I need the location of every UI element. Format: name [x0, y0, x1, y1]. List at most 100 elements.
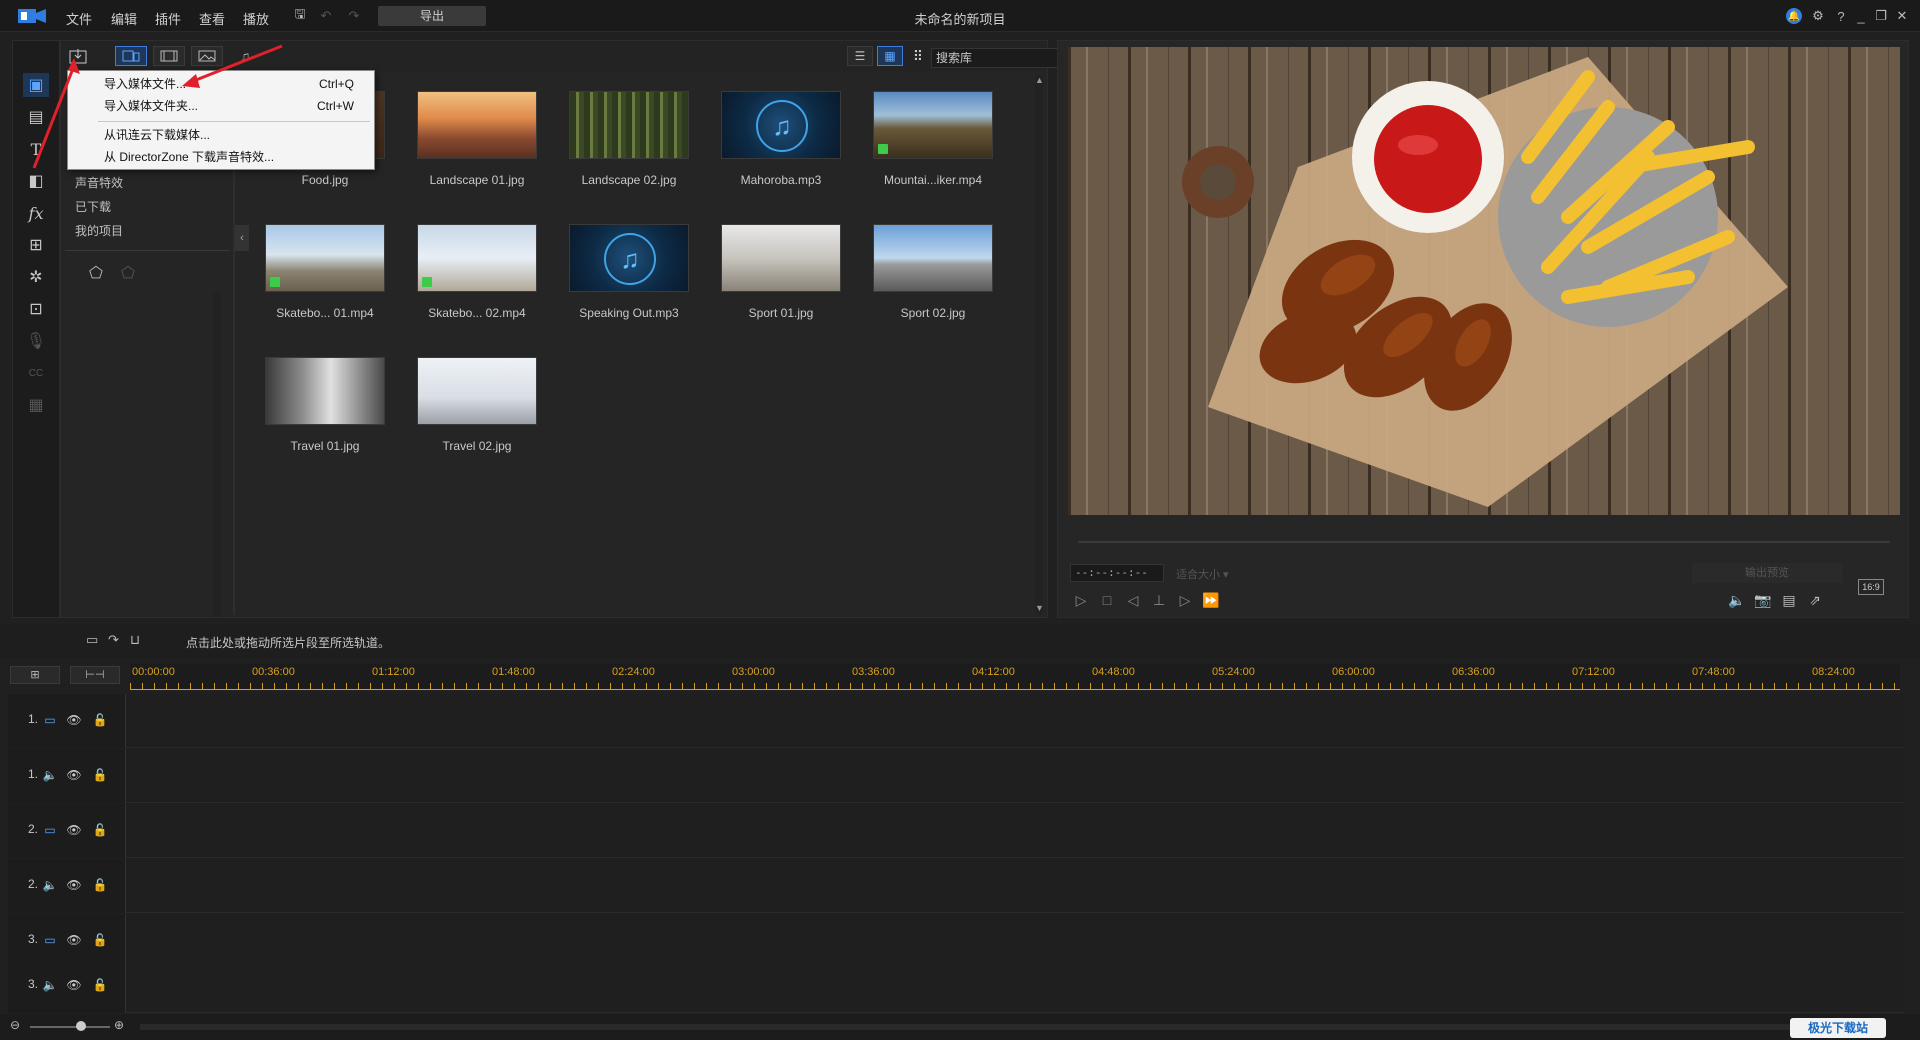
eye-icon[interactable]: 👁: [66, 932, 82, 948]
filter-audio-button[interactable]: ♫: [229, 46, 261, 66]
undock-icon[interactable]: ⇗: [1806, 591, 1824, 609]
transition-room-icon[interactable]: ◧: [23, 169, 49, 193]
undo-icon[interactable]: ↶: [318, 8, 334, 24]
insert-icon[interactable]: ↷: [108, 632, 119, 648]
media-item[interactable]: Skatebo... 01.mp4: [265, 224, 385, 320]
gear-icon[interactable]: ⚙: [1810, 8, 1826, 24]
eye-icon[interactable]: 👁: [66, 767, 82, 783]
list-view-button[interactable]: ☰: [847, 46, 873, 66]
extra-grid-button[interactable]: ⠿: [907, 46, 929, 66]
video-track-2[interactable]: 2. ▭ 👁 🔓: [8, 804, 1904, 858]
media-item[interactable]: Skatebo... 02.mp4: [417, 224, 537, 320]
video-track-1[interactable]: 1. ▭ 👁 🔓: [8, 694, 1904, 748]
title-room-icon[interactable]: T: [23, 137, 49, 161]
lock-icon[interactable]: 🔓: [92, 712, 108, 728]
display-settings-icon[interactable]: ▤: [1780, 591, 1798, 609]
category-sound-effects[interactable]: 声音特效: [69, 171, 229, 195]
menu-view[interactable]: 查看: [199, 9, 225, 28]
collapse-categories-button[interactable]: ‹: [235, 225, 249, 251]
remove-tag-icon[interactable]: ⬠: [121, 263, 135, 283]
media-item[interactable]: Sport 02.jpg: [873, 224, 993, 320]
lock-icon[interactable]: 🔓: [92, 977, 108, 993]
timeline-scrollbar[interactable]: [140, 1024, 1880, 1030]
media-item[interactable]: Mountai...iker.mp4: [873, 91, 993, 187]
particle-room-icon[interactable]: ✲: [23, 265, 49, 289]
timecode-display[interactable]: --:--:--:--: [1070, 564, 1164, 582]
next-frame-icon[interactable]: ▷: [1176, 591, 1194, 609]
media-item[interactable]: Travel 01.jpg: [265, 357, 385, 453]
add-tag-icon[interactable]: ⬠: [89, 263, 103, 283]
category-scrollbar[interactable]: [213, 293, 221, 617]
lock-icon[interactable]: 🔓: [92, 877, 108, 893]
storyboard-icon[interactable]: ▭: [86, 632, 98, 648]
save-icon[interactable]: 🖫: [292, 6, 308, 24]
stop-icon[interactable]: □: [1098, 591, 1116, 609]
grid-view-button[interactable]: ▦: [877, 46, 903, 66]
restore-icon[interactable]: ❐: [1873, 8, 1889, 24]
media-item[interactable]: Travel 02.jpg: [417, 357, 537, 453]
play-icon[interactable]: ▷: [1072, 591, 1090, 609]
filter-video-button[interactable]: [153, 46, 185, 66]
eye-icon[interactable]: 👁: [66, 712, 82, 728]
fit-size-dropdown[interactable]: 适合大小 ▾: [1176, 566, 1229, 582]
category-my-projects[interactable]: 我的项目: [69, 219, 229, 243]
audio-track-2[interactable]: 2. 🔈 👁 🔓: [8, 859, 1904, 913]
lock-icon[interactable]: 🔓: [92, 822, 108, 838]
volume-icon[interactable]: 🔈: [1728, 591, 1746, 609]
eye-icon[interactable]: 👁: [66, 822, 82, 838]
menu-file[interactable]: 文件: [66, 9, 92, 28]
overlay-room-icon[interactable]: ⊞: [23, 233, 49, 257]
menu-import-media-files[interactable]: 导入媒体文件... Ctrl+Q: [68, 73, 374, 95]
subtitle-icon[interactable]: CC: [23, 361, 49, 385]
media-item[interactable]: Landscape 02.jpg: [569, 91, 689, 187]
scroll-down-icon[interactable]: ▼: [1035, 603, 1044, 613]
filter-all-media-button[interactable]: [115, 46, 147, 66]
import-button[interactable]: [65, 46, 91, 66]
zoom-out-icon[interactable]: ⊖: [10, 1018, 20, 1032]
notification-icon[interactable]: 🔔: [1786, 8, 1802, 24]
preview-seekbar[interactable]: [1078, 541, 1890, 543]
snapshot-icon[interactable]: 📷: [1754, 591, 1772, 609]
menu-playback[interactable]: 播放: [243, 9, 269, 28]
media-room-icon[interactable]: ▣: [23, 73, 49, 97]
eye-icon[interactable]: 👁: [66, 877, 82, 893]
menu-download-cloud-media[interactable]: 从讯连云下载媒体...: [68, 124, 374, 146]
redo-icon[interactable]: ↷: [346, 8, 362, 24]
media-item[interactable]: Sport 01.jpg: [721, 224, 841, 320]
fast-forward-icon[interactable]: ⏩: [1202, 591, 1220, 609]
pip-room-icon[interactable]: ⊡: [23, 297, 49, 321]
timeline-ruler[interactable]: 00:00:00 00:36:00 01:12:00 01:48:00 02:2…: [130, 664, 1900, 690]
menu-plugins[interactable]: 插件: [155, 9, 181, 28]
microphone-icon[interactable]: 🎙: [23, 329, 49, 353]
scroll-up-icon[interactable]: ▲: [1035, 75, 1044, 85]
track-manager-button[interactable]: ⊞: [10, 666, 60, 684]
chapter-icon[interactable]: ▦: [23, 393, 49, 417]
previous-frame-icon[interactable]: ◁: [1124, 591, 1142, 609]
minimize-icon[interactable]: _: [1853, 8, 1869, 24]
eye-icon[interactable]: 👁: [66, 977, 82, 993]
output-preview-button[interactable]: 输出预览: [1692, 563, 1842, 583]
help-icon[interactable]: ?: [1833, 8, 1849, 24]
close-icon[interactable]: ✕: [1894, 8, 1910, 24]
lock-icon[interactable]: 🔓: [92, 932, 108, 948]
menu-import-media-folder[interactable]: 导入媒体文件夹... Ctrl+W: [68, 95, 374, 117]
media-item[interactable]: ♫ Mahoroba.mp3: [721, 91, 841, 187]
audio-track-3[interactable]: 3. 🔈 👁 🔓: [8, 959, 1904, 1013]
fit-timeline-icon[interactable]: ⊔: [130, 632, 140, 648]
template-room-icon[interactable]: ▤: [23, 105, 49, 129]
media-item[interactable]: ♫ Speaking Out.mp3: [569, 224, 689, 320]
split-icon[interactable]: ⊥: [1150, 591, 1168, 609]
lock-icon[interactable]: 🔓: [92, 767, 108, 783]
filter-image-button[interactable]: [191, 46, 223, 66]
audio-track-1[interactable]: 1. 🔈 👁 🔓: [8, 749, 1904, 803]
category-downloaded[interactable]: 已下载: [69, 195, 229, 219]
menu-edit[interactable]: 编辑: [111, 9, 137, 28]
fx-room-icon[interactable]: fx: [23, 201, 49, 225]
export-button[interactable]: 导出: [378, 6, 486, 26]
menu-download-directorzone-sfx[interactable]: 从 DirectorZone 下载声音特效...: [68, 146, 374, 168]
fit-project-button[interactable]: ⊢⊣: [70, 666, 120, 684]
library-scrollbar[interactable]: [1035, 75, 1043, 615]
aspect-ratio-selector[interactable]: 16:9: [1858, 579, 1884, 595]
zoom-slider-handle[interactable]: [76, 1021, 86, 1031]
zoom-slider[interactable]: [30, 1026, 110, 1028]
